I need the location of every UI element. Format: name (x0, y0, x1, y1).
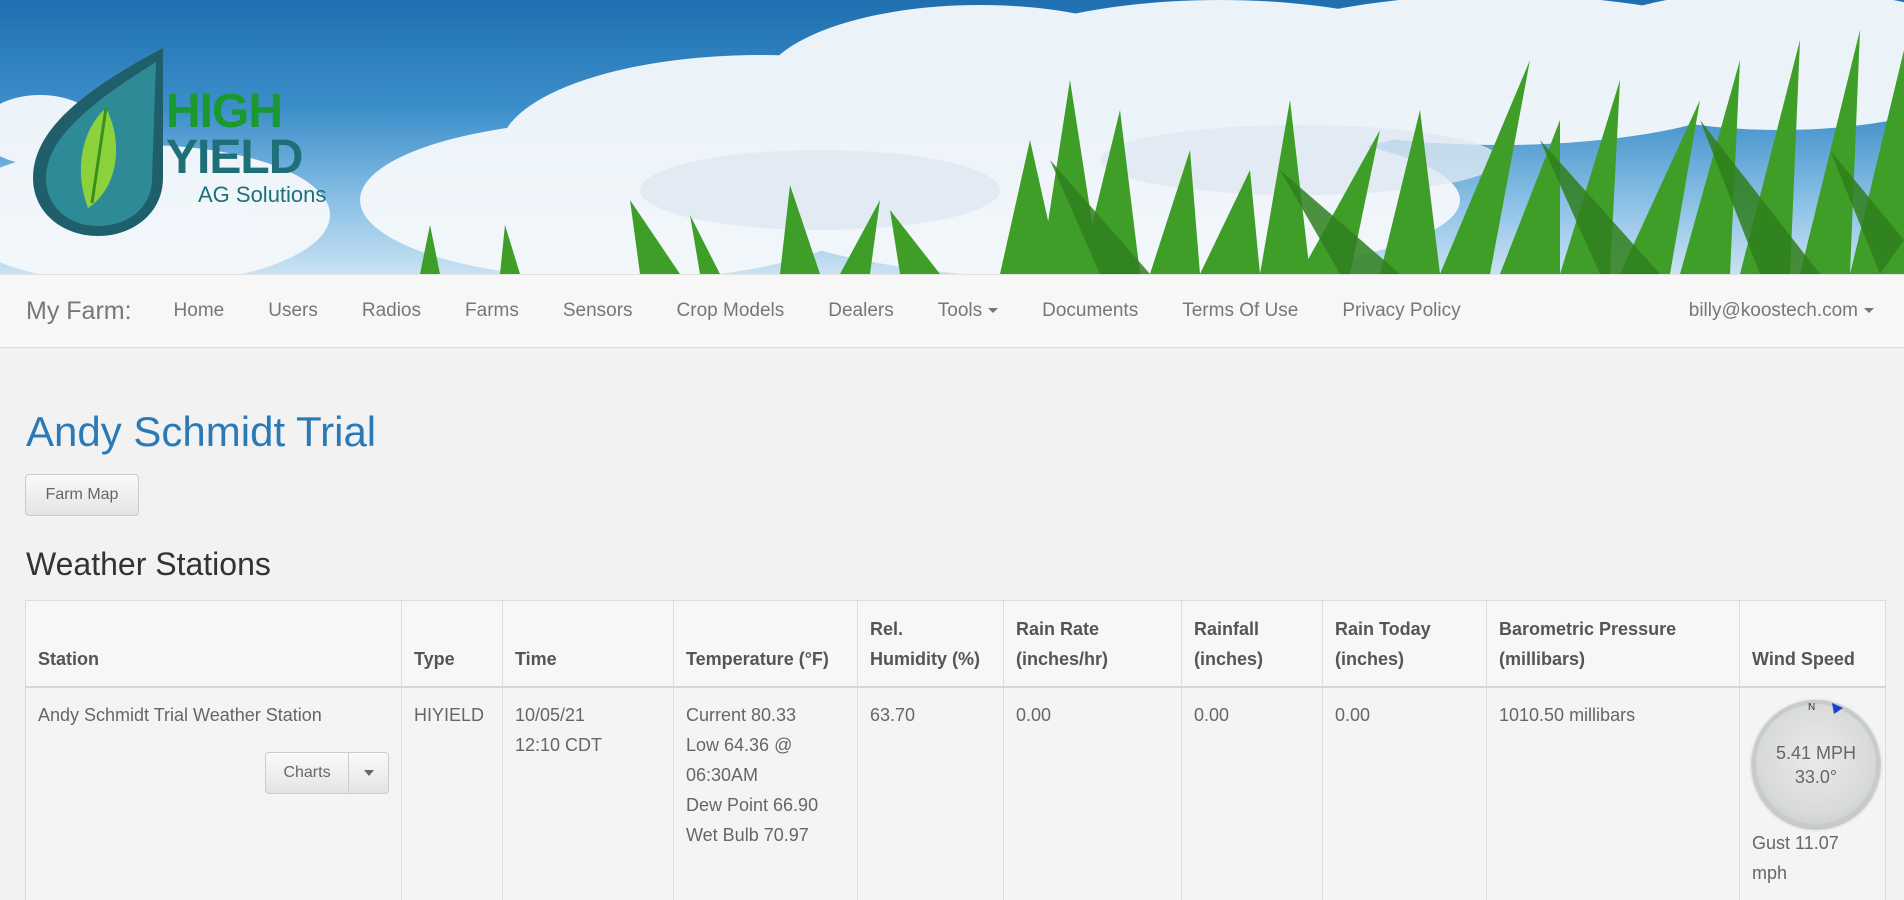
cell-wind-speed: N 5.41 MPH 33.0° Gust 11.07 mph (1739, 686, 1886, 900)
col-header-station: Station (25, 600, 402, 688)
gust-unit: mph (1752, 862, 1788, 883)
farm-map-button[interactable]: Farm Map (25, 474, 139, 516)
table-header-row: Station Type Time Temperature (°F) Rel. H… (25, 600, 1886, 688)
col-header-barometric-pressure: Barometric Pressure (millibars) (1486, 600, 1740, 688)
nav-radios[interactable]: Radios (340, 300, 443, 322)
caret-down-icon (1864, 308, 1874, 314)
station-name: Andy Schmidt Trial Weather Station (38, 704, 322, 725)
cell-rain-today: 0.00 (1322, 686, 1487, 900)
wind-north-label: N (1808, 701, 1816, 713)
logo-subtitle: AG Solutions (198, 182, 327, 207)
nav-tools-dropdown[interactable]: Tools (916, 300, 1020, 322)
cell-humidity: 63.70 (857, 686, 1004, 900)
header-line: Humidity (%) (870, 648, 980, 669)
col-header-wind-speed: Wind Speed (1739, 600, 1886, 688)
time-date: 10/05/21 (515, 704, 586, 725)
header-line: Rel. (870, 618, 904, 639)
cell-rain-rate: 0.00 (1003, 686, 1182, 900)
user-account-dropdown[interactable]: billy@koostech.com (1689, 300, 1874, 322)
nav-sensors[interactable]: Sensors (541, 300, 655, 322)
user-email: billy@koostech.com (1688, 300, 1858, 321)
nav-tools-label: Tools (937, 300, 983, 321)
cell-type: HIYIELD (401, 686, 503, 900)
cell-time: 10/05/21 12:10 CDT (502, 686, 674, 900)
wind-direction-arrow-icon (1832, 702, 1843, 714)
nav-dealers[interactable]: Dealers (806, 300, 915, 322)
temp-current: Current 80.33 (686, 704, 797, 725)
charts-button[interactable]: Charts (265, 751, 349, 794)
temp-dew-point: Dew Point 66.90 (686, 794, 819, 815)
caret-down-icon (988, 308, 999, 314)
col-header-rainfall: Rainfall (inches) (1181, 600, 1323, 688)
cell-barometric-pressure: 1010.50 millibars (1486, 686, 1740, 900)
header-line: Rain Rate (1016, 618, 1100, 639)
weather-stations-table: Station Type Time Temperature (°F) Rel. H… (25, 600, 1886, 900)
caret-down-icon (363, 769, 374, 776)
cell-station: Andy Schmidt Trial Weather Station Chart… (25, 686, 402, 900)
nav-users[interactable]: Users (246, 300, 340, 322)
nav-documents[interactable]: Documents (1020, 300, 1160, 322)
cell-temperature: Current 80.33 Low 64.36 @ 06:30AM Dew Po… (673, 686, 858, 900)
col-header-humidity: Rel. Humidity (%) (857, 600, 1004, 688)
header-line: (inches) (1194, 648, 1264, 669)
nav-farms[interactable]: Farms (443, 300, 541, 322)
time-clock: 12:10 CDT (515, 734, 603, 755)
charts-button-group: Charts (265, 751, 389, 794)
wind-gust: Gust 11.07 mph (1752, 828, 1873, 888)
logo-word-high: HIGH (166, 85, 283, 138)
high-yield-logo[interactable]: HIGH YIELD AG Solutions (28, 48, 328, 248)
charts-dropdown-toggle[interactable] (349, 751, 389, 794)
navbar-brand[interactable]: My Farm: (26, 297, 132, 326)
main-navbar: My Farm: Home Users Radios Farms Sensors… (0, 274, 1904, 348)
table-row: Andy Schmidt Trial Weather Station Chart… (25, 686, 1886, 900)
nav-home[interactable]: Home (152, 300, 247, 322)
temp-wet-bulb: Wet Bulb 70.97 (686, 824, 809, 845)
col-header-type: Type (401, 600, 503, 688)
header-line: (inches/hr) (1016, 648, 1109, 669)
col-header-temperature: Temperature (°F) (673, 600, 858, 688)
wind-speed-value: 5.41 MPH (1775, 742, 1857, 763)
col-header-rain-today: Rain Today (inches) (1322, 600, 1487, 688)
temp-low: Low 64.36 @ (686, 734, 793, 755)
page-title: Andy Schmidt Trial (26, 408, 377, 455)
section-title-weather-stations: Weather Stations (26, 546, 271, 582)
wind-gauge: N 5.41 MPH 33.0° (1752, 699, 1880, 828)
header-line: Barometric Pressure (1499, 618, 1677, 639)
water-drop-leaf-icon (33, 48, 163, 236)
header-line: (millibars) (1499, 648, 1586, 669)
wind-direction-value: 33.0° (1794, 766, 1838, 787)
nav-terms-of-use[interactable]: Terms Of Use (1160, 300, 1320, 322)
header-line: Rainfall (1194, 618, 1260, 639)
col-header-time: Time (502, 600, 674, 688)
header-line: (inches) (1335, 648, 1405, 669)
nav-crop-models[interactable]: Crop Models (655, 300, 807, 322)
col-header-rain-rate: Rain Rate (inches/hr) (1003, 600, 1182, 688)
logo-word-yield: YIELD (166, 131, 303, 184)
header-banner: HIGH YIELD AG Solutions (0, 0, 1904, 274)
header-line: Rain Today (1335, 618, 1431, 639)
temp-low-time: 06:30AM (686, 764, 759, 785)
gust-value: Gust 11.07 (1752, 832, 1839, 853)
nav-privacy-policy[interactable]: Privacy Policy (1320, 300, 1482, 322)
cell-rainfall: 0.00 (1181, 686, 1323, 900)
